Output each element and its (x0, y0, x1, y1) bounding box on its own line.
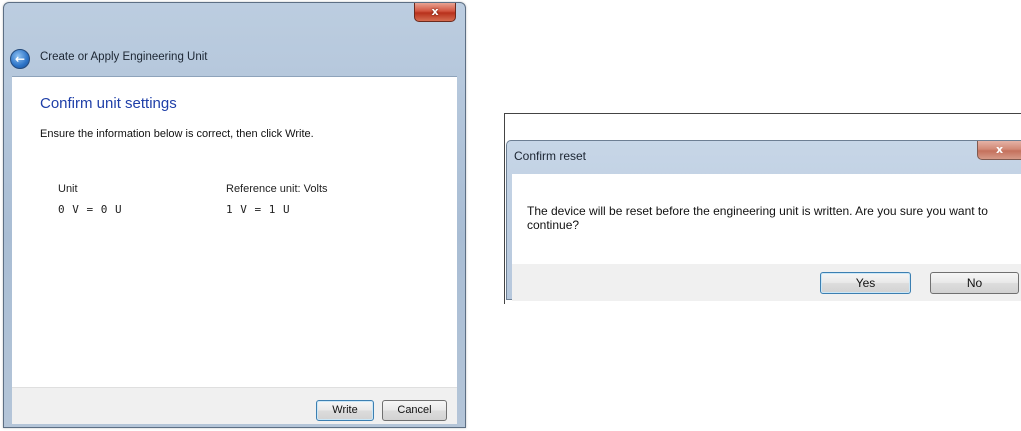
wizard-close-button[interactable]: x (414, 3, 456, 22)
unit-label: Unit (58, 183, 78, 195)
reference-unit-value: 1 V = 1 U (226, 203, 291, 216)
wizard-button-bar: Write Cancel (12, 387, 457, 424)
dialog-body: The device will be reset before the engi… (512, 174, 1021, 264)
no-button[interactable]: No (930, 272, 1019, 294)
close-icon: x (431, 5, 439, 18)
unit-value: 0 V = 0 U (58, 203, 123, 216)
page-heading: Confirm unit settings (40, 95, 177, 112)
write-button[interactable]: Write (316, 400, 374, 421)
wizard-back-button[interactable]: ← (10, 49, 30, 69)
dialog-close-button[interactable]: x (977, 141, 1021, 160)
reference-unit-label: Reference unit: Volts (226, 183, 328, 195)
close-icon: x (995, 143, 1004, 156)
engineering-unit-wizard-window: x ← Create or Apply Engineering Unit Con… (3, 2, 466, 428)
dialog-message: The device will be reset before the engi… (527, 204, 988, 232)
dialog-title: Confirm reset (514, 149, 587, 163)
confirm-reset-dialog: Confirm reset x The device will be reset… (506, 140, 1021, 301)
instruction-text: Ensure the information below is correct,… (40, 128, 314, 140)
back-arrow-icon: ← (14, 52, 26, 66)
cancel-button[interactable]: Cancel (382, 400, 447, 421)
dialog-button-bar: Yes No (512, 264, 1021, 301)
wizard-title: Create or Apply Engineering Unit (40, 51, 208, 63)
yes-button[interactable]: Yes (820, 272, 911, 294)
wizard-content-panel: Confirm unit settings Ensure the informa… (12, 76, 457, 388)
